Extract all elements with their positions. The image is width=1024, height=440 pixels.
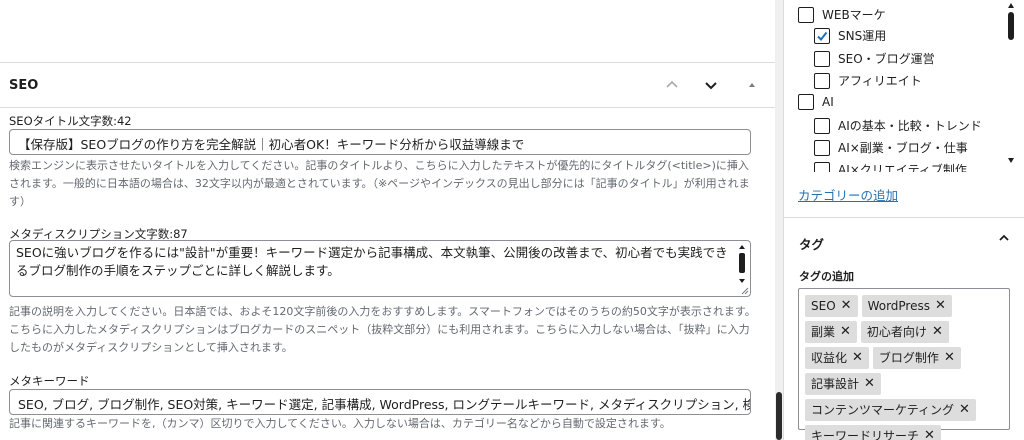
category-label: AIの基本・比較・トレンド [838,119,982,133]
tag-label: 収益化 [811,351,848,365]
tag-input-box[interactable]: SEO ✕ WordPress ✕ 副業 ✕ 初心者向け ✕ 収益化 ✕ ブログ制作 ✕ 記… [798,288,1010,440]
tag-label: SEO [811,299,836,313]
main-scrollbar[interactable] [775,0,783,440]
category-label: AI×クリエイティブ制作 [838,163,967,172]
category-list: WEBマーケ SNS運用 SEO・ブログ運営 アフィリエイト AI AIの基本・… [784,0,1024,172]
seo-title-input[interactable]: 【保存版】SEOブログの作り方を完全解説｜初心者OK！キーワード分析から収益導線… [9,129,751,155]
tag-chip: ブログ制作 ✕ [872,347,961,369]
remove-tag-button[interactable]: ✕ [932,321,943,343]
seo-panel-title: SEO [9,78,39,93]
category-checkbox[interactable] [814,161,830,172]
remove-tag-button[interactable]: ✕ [944,347,955,369]
toggle-panel-button[interactable] [740,73,764,97]
tag-label: 副業 [811,325,836,339]
chevron-down-icon [705,82,717,90]
main-scrollbar-thumb[interactable] [776,392,782,440]
triangle-up-icon [749,83,755,87]
category-checkbox[interactable] [814,27,830,44]
category-checkbox[interactable] [814,139,830,156]
tag-label: キーワードリサーチ [811,429,920,440]
category-label: アフィリエイト [838,74,922,88]
seo-panel-header[interactable]: SEO [0,62,775,108]
remove-tag-button[interactable]: ✕ [841,295,852,317]
remove-tag-button[interactable]: ✕ [924,425,935,440]
meta-description-text: SEOに強いブログを作るには"設計"が重要！キーワード選定から記事構成、本文執筆… [16,245,728,278]
resize-handle-icon[interactable] [741,287,749,295]
tag-chip: SEO ✕ [805,295,858,317]
chevron-up-icon [666,80,678,88]
category-item[interactable]: AI×クリエイティブ制作 [814,161,967,172]
tag-label: コンテンツマーケティング [811,403,955,417]
category-item[interactable]: SEO・ブログ運営 [814,50,935,67]
category-checkbox[interactable] [814,50,830,67]
category-checkbox[interactable] [798,94,814,110]
category-item[interactable]: AIの基本・比較・トレンド [814,117,982,134]
tag-chip: 収益化 ✕ [805,347,869,369]
category-label: SEO・ブログ運営 [838,52,935,66]
category-item[interactable]: WEBマーケ [798,6,886,23]
category-item[interactable]: AI×副業・ブログ・仕事 [814,139,968,156]
move-up-button[interactable] [660,73,684,97]
add-tag-label: タグの追加 [799,270,854,283]
meta-description-textarea[interactable]: SEOに強いブログを作るには"設計"が重要！キーワード選定から記事構成、本文執筆… [9,240,751,297]
tag-chip: コンテンツマーケティング ✕ [805,399,976,421]
tag-label: ブログ制作 [878,351,939,365]
meta-description-help: 記事の説明を入力してください。日本語では、およそ120文字前後の入力をおすすめし… [9,305,756,354]
tag-chip: WordPress ✕ [861,295,952,317]
meta-keywords-label: メタキーワード [9,374,90,388]
sidebar-separator [784,217,1024,218]
main-editor: SEO SEOタイトル文字数:42 【保存版】SEOブログの作り方を完全解説｜初… [0,0,775,440]
tag-chip: キーワードリサーチ ✕ [805,425,941,440]
tags-panel-title[interactable]: タグ [799,234,824,253]
remove-tag-button[interactable]: ✕ [864,373,875,395]
tag-chip: 副業 ✕ [805,321,857,343]
category-item[interactable]: アフィリエイト [814,72,922,89]
meta-keywords-input[interactable]: SEO, ブログ, ブログ制作, SEO対策, キーワード選定, 記事構成, W… [9,389,751,415]
category-checkbox[interactable] [798,6,814,23]
tag-label: 初心者向け [866,325,927,339]
checkmark-icon [817,31,828,41]
seo-title-label: SEOタイトル文字数:42 [9,114,132,128]
remove-tag-button[interactable]: ✕ [935,295,946,317]
tag-chip: 記事設計 ✕ [805,373,881,395]
tag-label: WordPress [867,299,930,313]
category-item[interactable]: SNS運用 [814,27,886,44]
category-checkbox[interactable] [814,72,830,89]
category-item[interactable]: AI [798,94,834,110]
category-label: SNS運用 [838,29,887,43]
sidebar: WEBマーケ SNS運用 SEO・ブログ運営 アフィリエイト AI AIの基本・… [784,0,1024,440]
tag-label: 記事設計 [811,377,860,391]
category-label: AI×副業・ブログ・仕事 [838,141,968,155]
remove-tag-button[interactable]: ✕ [852,347,863,369]
tag-chip: 初心者向け ✕ [860,321,949,343]
chevron-up-icon[interactable] [996,230,1012,246]
add-category-link[interactable]: カテゴリーの追加 [798,185,898,204]
seo-title-help: 検索エンジンに表示させたいタイトルを入力してください。記事のタイトルより、こちら… [9,159,750,208]
remove-tag-button[interactable]: ✕ [959,399,970,421]
meta-keywords-help: 記事に関連するキーワードを,（カンマ）区切りで入力してください。入力しない場合は… [9,417,671,430]
category-checkbox[interactable] [814,117,830,134]
textarea-scrollbar[interactable] [737,243,747,293]
category-label: WEBマーケ [822,8,886,22]
category-scrollbar[interactable] [1006,0,1016,172]
category-label: AI [822,95,834,109]
remove-tag-button[interactable]: ✕ [840,321,851,343]
move-down-button[interactable] [699,73,723,97]
